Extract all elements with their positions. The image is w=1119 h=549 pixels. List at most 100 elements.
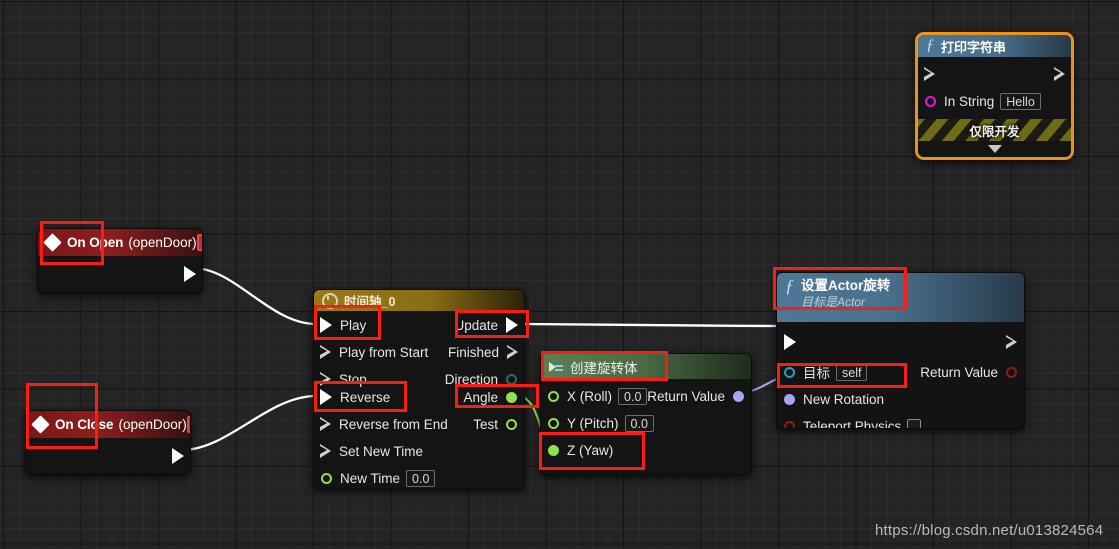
pin-label: In String — [944, 93, 995, 109]
print-string-collapse-toggle[interactable] — [918, 141, 1071, 157]
node-timeline[interactable]: 时间轴_0 Play Play from Start Stop Reverse — [313, 289, 525, 489]
delegate-output-pin[interactable] — [186, 416, 190, 433]
make-rotator-input-x-roll[interactable]: X (Roll) 0.0 — [548, 386, 648, 406]
timeline-output-direction[interactable]: Direction — [445, 369, 517, 389]
timeline-input-new-time[interactable]: New Time 0.0 — [321, 468, 436, 488]
dev-only-label: 仅限开发 — [969, 124, 1020, 139]
exec-pin-icon — [320, 443, 331, 459]
exec-pin-icon — [320, 416, 331, 432]
pin-label: Finished — [447, 344, 499, 360]
pin-label: Test — [473, 416, 498, 432]
set-actor-rotation-input-new-rotation[interactable]: New Rotation — [784, 389, 884, 409]
blueprint-graph-canvas[interactable]: On Open (openDoor) On Close (openDoor) 时… — [0, 0, 1119, 549]
string-pin-icon — [925, 95, 936, 107]
node-on-open-event[interactable]: On Open (openDoor) — [37, 228, 203, 293]
set-actor-rotation-input-target[interactable]: 目标 self — [784, 362, 868, 382]
exec-pin-icon — [320, 317, 332, 333]
set-actor-rotation-output-return-value[interactable]: Return Value — [920, 362, 1017, 382]
pin-label: Set New Time — [339, 443, 424, 459]
exec-pin-icon — [184, 266, 196, 282]
x-roll-value-field[interactable]: 0.0 — [618, 387, 648, 405]
pin-label: Z (Yaw) — [567, 442, 614, 458]
make-rotator-output-return-value[interactable]: Return Value — [647, 386, 744, 406]
timeline-input-set-new-time[interactable]: Set New Time — [320, 441, 423, 461]
exec-pin-icon — [320, 371, 331, 387]
print-string-exec-out[interactable] — [1054, 64, 1065, 84]
on-close-exec-out[interactable] — [172, 446, 184, 466]
node-print-string[interactable]: ƒ 打印字符串 In String Hello 仅限开发 — [915, 32, 1074, 160]
bool-pin-icon — [784, 420, 795, 428]
pin-label: Update — [454, 317, 498, 333]
target-value-field[interactable]: self — [836, 363, 868, 381]
on-close-subtitle: (openDoor) — [118, 417, 187, 432]
make-rotator-title: 创建旋转体 — [570, 360, 638, 376]
float-pin-icon — [548, 417, 559, 429]
clock-icon — [322, 292, 338, 309]
timeline-output-finished[interactable]: Finished — [448, 342, 518, 362]
on-open-subtitle: (openDoor) — [128, 235, 197, 250]
print-string-input-in-string[interactable]: In String Hello — [925, 91, 1041, 111]
timeline-input-play[interactable]: Play — [320, 315, 366, 335]
pin-label: Y (Pitch) — [567, 415, 619, 431]
bool-pin-icon — [1006, 366, 1017, 378]
print-string-body: In String Hello — [918, 57, 1071, 119]
make-rotator-input-y-pitch[interactable]: Y (Pitch) 0.0 — [548, 413, 654, 433]
in-string-value-field[interactable]: Hello — [1000, 92, 1041, 110]
new-time-value-field[interactable]: 0.0 — [406, 469, 436, 487]
float-pin-icon — [321, 472, 332, 484]
exec-pin-icon — [784, 334, 796, 350]
timeline-input-play-from-start[interactable]: Play from Start — [320, 342, 428, 362]
print-string-dev-only-band: 仅限开发 — [918, 119, 1071, 141]
node-on-close-event[interactable]: On Close (openDoor) — [25, 410, 191, 475]
on-close-title: On Close — [55, 417, 114, 432]
exec-pin-icon — [320, 344, 331, 360]
make-rotator-input-z-yaw[interactable]: Z (Yaw) — [548, 440, 613, 460]
timeline-input-reverse[interactable]: Reverse — [320, 387, 390, 407]
pin-label: Play — [340, 317, 367, 333]
node-make-rotator[interactable]: 创建旋转体 X (Roll) 0.0 Y (Pitch) 0.0 Z (Yaw)… — [540, 353, 752, 475]
pin-label: Teleport Physics — [803, 418, 902, 429]
delegate-output-pin[interactable] — [196, 234, 202, 251]
timeline-output-test[interactable]: Test — [473, 414, 517, 434]
node-set-actor-rotation[interactable]: ƒ 设置Actor旋转 目标是Actor 目标 self New Rotatio… — [776, 272, 1025, 429]
print-string-exec-in[interactable] — [924, 64, 935, 84]
event-diamond-icon — [43, 233, 62, 252]
set-actor-rotation-exec-in[interactable] — [784, 332, 796, 352]
function-fx-icon: ƒ — [926, 37, 934, 54]
pin-label: New Rotation — [803, 391, 885, 407]
pure-function-icon — [549, 361, 563, 373]
on-open-exec-out[interactable] — [184, 264, 196, 284]
make-rotator-header: 创建旋转体 — [541, 354, 751, 379]
print-string-title: 打印字符串 — [941, 39, 1007, 55]
y-pitch-value-field[interactable]: 0.0 — [624, 414, 654, 432]
on-open-title: On Open — [67, 235, 124, 250]
timeline-output-angle[interactable]: Angle — [463, 387, 517, 407]
chevron-down-icon — [987, 145, 1002, 153]
timeline-output-update[interactable]: Update — [454, 315, 518, 335]
timeline-header: 时间轴_0 — [314, 290, 524, 311]
watermark-url: https://blog.csdn.net/u013824564 — [875, 522, 1104, 539]
pin-label: X (Roll) — [567, 388, 613, 404]
exec-pin-icon — [172, 448, 184, 464]
pin-label: 目标 — [803, 366, 830, 381]
pin-label: Stop — [339, 371, 367, 387]
set-actor-rotation-exec-out[interactable] — [1006, 332, 1017, 352]
set-actor-rotation-title: 设置Actor旋转 — [801, 278, 891, 293]
pin-label: New Time — [340, 470, 401, 486]
set-actor-rotation-subtitle: 目标是Actor — [801, 295, 866, 309]
on-open-body — [38, 256, 202, 292]
teleport-physics-checkbox[interactable] — [907, 419, 922, 428]
pin-label: Angle — [463, 389, 498, 405]
timeline-input-stop[interactable]: Stop — [320, 369, 367, 389]
wire-update-to-set-actor-rotation — [522, 322, 785, 328]
wire-on-close-to-reverse — [181, 394, 317, 452]
set-actor-rotation-input-teleport-physics[interactable]: Teleport Physics — [784, 416, 922, 429]
print-string-header: ƒ 打印字符串 — [918, 35, 1071, 57]
float-pin-icon — [548, 390, 559, 402]
pin-label: Reverse — [340, 389, 391, 405]
float-pin-icon — [506, 418, 517, 430]
pin-label: Direction — [444, 371, 498, 387]
rotator-pin-icon — [784, 393, 795, 405]
timeline-input-reverse-from-end[interactable]: Reverse from End — [320, 414, 448, 434]
set-actor-rotation-body: 目标 self New Rotation Teleport Physics Re… — [777, 322, 1024, 428]
